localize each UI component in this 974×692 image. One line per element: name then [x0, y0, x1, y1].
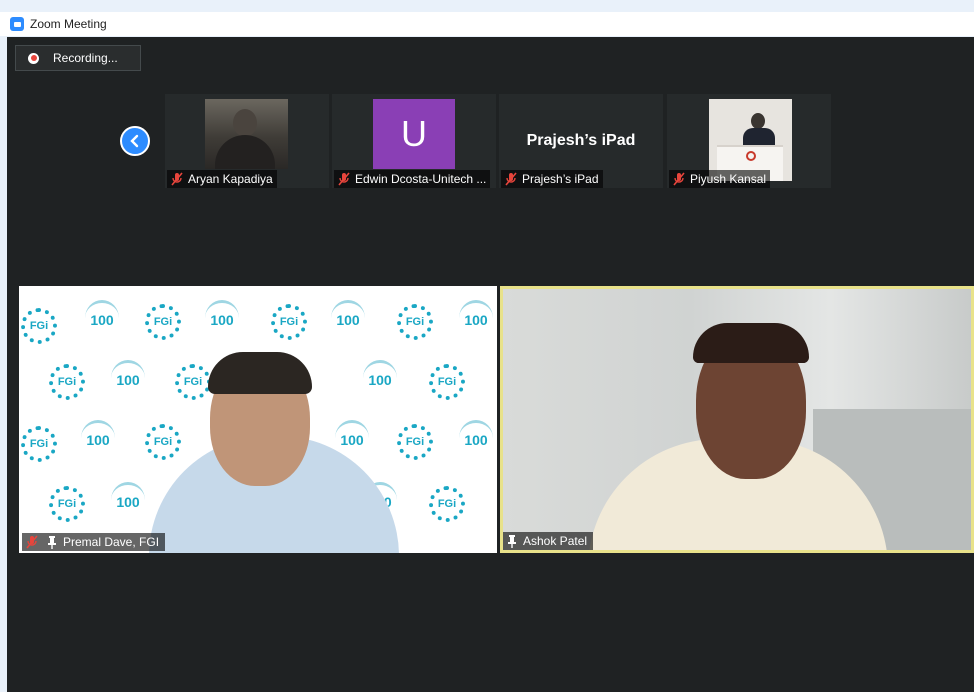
participant-avatar: U — [373, 99, 455, 169]
fgi-logo: FGi — [429, 364, 465, 400]
fgi-logo: FGi — [145, 304, 181, 340]
hundred-years-logo: 100 — [335, 420, 369, 456]
muted-mic-icon — [171, 172, 183, 186]
pin-icon — [508, 535, 516, 548]
participant-name-label: Ashok Patel — [503, 532, 594, 550]
hundred-years-logo: 100 — [85, 300, 119, 336]
previous-page-button[interactable] — [120, 126, 150, 156]
participant-name: Ashok Patel — [523, 534, 588, 548]
muted-mic-icon — [26, 535, 38, 549]
hundred-years-logo: 100 — [331, 300, 365, 336]
participant-name: Prajesh’s iPad — [522, 172, 599, 186]
chevron-left-icon — [130, 134, 139, 148]
participant-video — [709, 99, 792, 181]
participant-name-label: Piyush Kansal — [669, 170, 771, 188]
participant-name: Premal Dave, FGI — [63, 535, 160, 549]
hundred-years-logo: 100 — [81, 420, 115, 456]
participant-tile[interactable]: Piyush Kansal — [667, 94, 831, 188]
pin-icon — [48, 536, 56, 549]
participant-video-main[interactable]: FGi 100 FGi 100 FGi 100 FGi 100 FGi 100 … — [19, 286, 497, 553]
fgi-logo: FGi — [21, 426, 57, 462]
fgi-logo: FGi — [271, 304, 307, 340]
participant-name-label: Prajesh’s iPad — [501, 170, 603, 188]
muted-mic-icon — [505, 172, 517, 186]
fgi-logo: FGi — [21, 308, 57, 344]
participant-video — [205, 99, 288, 169]
recording-label: Recording... — [53, 51, 118, 65]
fgi-logo: FGi — [175, 364, 211, 400]
participant-name: Aryan Kapadiya — [188, 172, 273, 186]
participant-tile[interactable]: Prajesh’s iPad Prajesh’s iPad — [499, 94, 663, 188]
recording-indicator[interactable]: Recording... — [15, 45, 141, 71]
muted-mic-icon — [673, 172, 685, 186]
participant-name: Edwin Dcosta-Unitech ... — [355, 172, 487, 186]
fgi-logo: FGi — [397, 304, 433, 340]
hundred-years-logo: 100 — [111, 482, 145, 518]
fgi-logo: FGi — [145, 424, 181, 460]
fgi-logo: FGi — [49, 486, 85, 522]
fgi-logo: FGi — [397, 424, 433, 460]
hundred-years-logo: 100 — [459, 420, 493, 456]
window-title: Zoom Meeting — [30, 17, 107, 31]
participant-tile[interactable]: Aryan Kapadiya — [165, 94, 329, 188]
hundred-years-logo: 100 — [205, 300, 239, 336]
hundred-years-logo: 100 — [111, 360, 145, 396]
meeting-stage: Recording... Aryan Kapadiya U Edwin Dcos… — [7, 37, 974, 692]
participant-display-name: Prajesh’s iPad — [526, 132, 636, 149]
fgi-logo: FGi — [429, 486, 465, 522]
title-bar: Zoom Meeting — [0, 12, 974, 36]
participant-name-label: Aryan Kapadiya — [167, 170, 277, 188]
fgi-logo: FGi — [49, 364, 85, 400]
hundred-years-logo: 100 — [459, 300, 493, 336]
muted-mic-icon — [338, 172, 350, 186]
zoom-app-icon — [10, 17, 24, 31]
participant-tile[interactable]: U Edwin Dcosta-Unitech ... — [332, 94, 496, 188]
recording-icon — [28, 52, 39, 64]
hundred-years-logo: 100 — [363, 360, 397, 396]
participant-name-label: Premal Dave, FGI — [22, 533, 166, 551]
participant-name: Piyush Kansal — [690, 172, 767, 186]
participant-name-label: Edwin Dcosta-Unitech ... — [334, 170, 491, 188]
active-speaker-video[interactable]: Ashok Patel — [500, 286, 974, 553]
